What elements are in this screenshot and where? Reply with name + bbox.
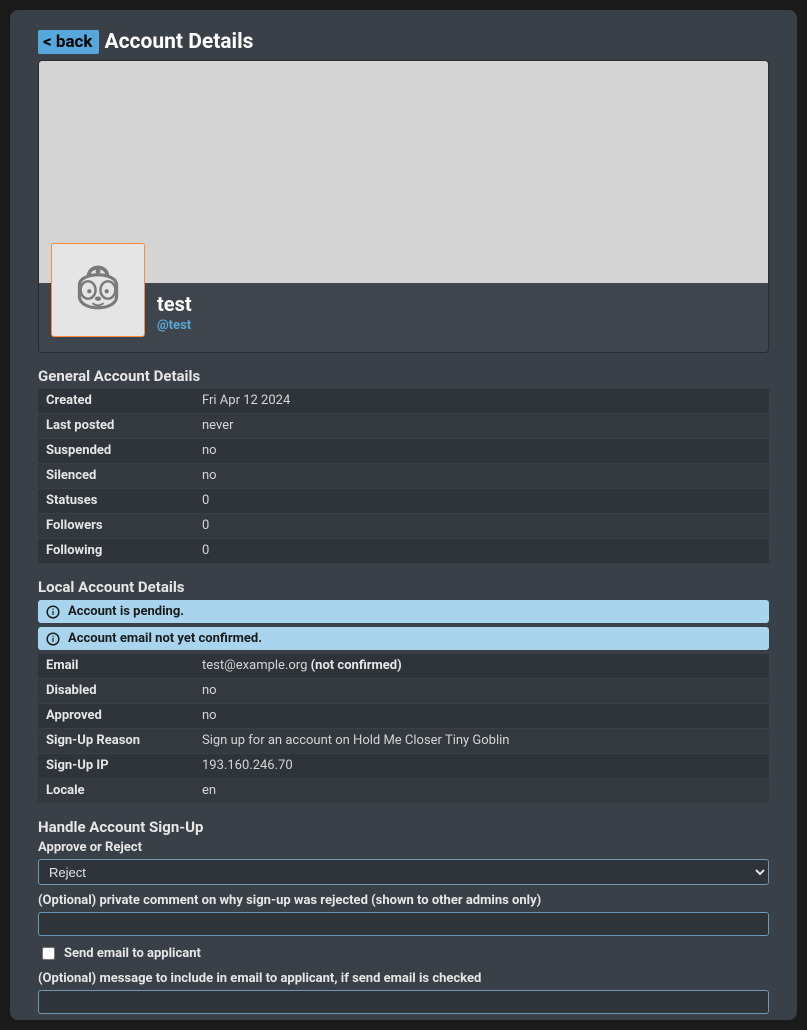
table-row: Followers0 [38, 514, 769, 539]
table-row: Following0 [38, 539, 769, 564]
table-row: Email test@example.org (not confirmed) [38, 654, 769, 679]
back-button[interactable]: < back [38, 30, 99, 54]
profile-card: test @test [38, 60, 769, 353]
email-message-label: (Optional) message to include in email t… [38, 971, 769, 986]
section-general-title: General Account Details [38, 367, 769, 385]
notice-pending: Account is pending. [38, 600, 769, 623]
approve-or-reject-select[interactable]: Reject [38, 859, 769, 885]
local-details-table: Email test@example.org (not confirmed) D… [38, 654, 769, 804]
approve-or-reject-label: Approve or Reject [38, 840, 769, 855]
profile-display-name: test [157, 292, 192, 316]
send-email-checkbox[interactable] [42, 947, 55, 960]
admin-account-panel: < back Account Details [10, 10, 797, 1020]
email-message-input[interactable] [38, 990, 769, 1014]
notice-email-unconfirmed: Account email not yet confirmed. [38, 627, 769, 650]
table-row: Localeen [38, 779, 769, 804]
reject-comment-input[interactable] [38, 912, 769, 936]
profile-banner [39, 61, 768, 283]
page-title: Account Details [105, 30, 254, 54]
info-icon [46, 605, 60, 619]
profile-handle-link[interactable]: @test [157, 318, 192, 333]
table-row: CreatedFri Apr 12 2024 [38, 389, 769, 414]
avatar [51, 243, 145, 337]
table-row: Statuses0 [38, 489, 769, 514]
table-row: Disabledno [38, 679, 769, 704]
sloth-icon [67, 259, 129, 321]
section-local-title: Local Account Details [38, 578, 769, 596]
table-row: Last postednever [38, 414, 769, 439]
section-handle-title: Handle Account Sign-Up [38, 818, 769, 836]
general-details-table: CreatedFri Apr 12 2024 Last postednever … [38, 389, 769, 564]
send-email-label: Send email to applicant [64, 946, 201, 961]
table-row: Sign-Up IP193.160.246.70 [38, 754, 769, 779]
table-row: Sign-Up ReasonSign up for an account on … [38, 729, 769, 754]
table-row: Approvedno [38, 704, 769, 729]
table-row: Suspendedno [38, 439, 769, 464]
table-row: Silencedno [38, 464, 769, 489]
info-icon [46, 632, 60, 646]
reject-comment-label: (Optional) private comment on why sign-u… [38, 893, 769, 908]
